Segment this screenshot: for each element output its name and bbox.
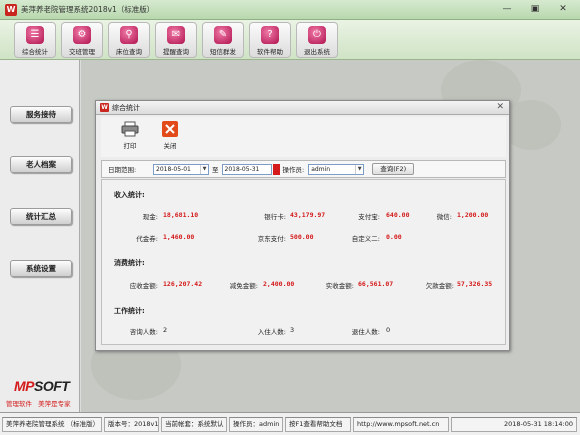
checkin-label: 入住人数: xyxy=(257,328,286,336)
query-button[interactable]: 查询(F2) xyxy=(372,163,415,175)
cash-value: 18,681.10 xyxy=(163,211,199,219)
voucher-label: 代金券: xyxy=(136,235,158,243)
chevron-down-icon: ▼ xyxy=(355,164,363,174)
alipay-label: 支付宝: xyxy=(358,213,380,221)
dialog-title: 综合统计 xyxy=(112,103,140,112)
chevron-down-icon: ▼ xyxy=(200,164,208,174)
toolbar-label: 综合统计 xyxy=(22,48,48,56)
help-icon: ? xyxy=(261,26,279,44)
discount-value: 2,400.00 xyxy=(263,280,295,288)
sidebar-item-elder-records[interactable]: 老人档案 xyxy=(10,156,72,173)
title-bar: W 美萍养老院管理系统2018v1（标准版） — ▣ ✕ xyxy=(0,0,580,20)
close-button[interactable]: ✕ xyxy=(550,3,576,16)
alipay-value: 640.00 xyxy=(386,211,410,219)
close-report-button[interactable]: 关闭 xyxy=(155,121,185,150)
consult-value: 2 xyxy=(163,326,168,334)
operator-label: 操作员: xyxy=(282,166,305,174)
jd-pay-label: 京东支付: xyxy=(257,235,286,243)
status-account: 当前帐套：系统默认 xyxy=(161,416,227,432)
window-title: 美萍养老院管理系统2018v1（标准版） xyxy=(21,5,155,14)
toolbar-label: 提醒查询 xyxy=(163,48,189,56)
receivable-label: 应收金额: xyxy=(129,282,158,290)
background-leaf xyxy=(501,100,561,150)
toolbar-report-button[interactable]: ☰ 综合统计 xyxy=(14,22,56,58)
exit-icon: ⏻ xyxy=(308,26,326,44)
dialog-close-icon[interactable]: ✕ xyxy=(496,102,504,112)
sidebar-item-settings[interactable]: 系统设置 xyxy=(10,260,72,277)
receivable-value: 126,207.42 xyxy=(163,280,203,288)
date-from-field[interactable]: 2018-05-01 ▼ xyxy=(153,163,209,175)
status-bar: 美萍养老院管理系统 （标准版） 版本号：2018v1 当前帐套：系统默认 操作员… xyxy=(0,412,580,435)
close-x-icon xyxy=(162,121,178,137)
toolbar-reminder-button[interactable]: ✉ 提醒查询 xyxy=(155,22,197,58)
toolbar-help-button[interactable]: ? 软件帮助 xyxy=(249,22,291,58)
main-toolbar: ☰ 综合统计 ⚙ 交班管理 ⚲ 床位查询 ✉ 提醒查询 ✎ 短信群发 ? 软件帮… xyxy=(0,20,580,60)
discount-label: 减免金额: xyxy=(229,282,258,290)
checkout-label: 退住人数: xyxy=(351,328,380,336)
summary-dialog: W 综合统计 ✕ 打印 关闭 日期范围: 2018-05-01 ▼ 至 2018… xyxy=(95,100,510,351)
dialog-app-icon: W xyxy=(100,103,109,112)
sidebar-item-reception[interactable]: 服务接待 xyxy=(10,106,72,123)
status-app-name: 美萍养老院管理系统 （标准版） xyxy=(2,416,102,432)
received-label: 实收金额: xyxy=(325,282,354,290)
received-value: 66,561.07 xyxy=(358,280,394,288)
wechat-value: 1,200.00 xyxy=(457,211,489,219)
mpsoft-logo: MPSOFT xyxy=(14,378,70,394)
consult-label: 咨询人数: xyxy=(129,328,158,336)
checkin-value: 3 xyxy=(290,326,295,334)
voucher-value: 1,460.00 xyxy=(163,233,195,241)
status-version: 版本号：2018v1 xyxy=(104,416,159,432)
maximize-button[interactable]: ▣ xyxy=(522,3,548,16)
toolbar-bed-search-button[interactable]: ⚲ 床位查询 xyxy=(108,22,150,58)
app-logo-icon: W xyxy=(5,3,17,16)
custom2-label: 自定义二: xyxy=(351,235,380,243)
bank-label: 银行卡: xyxy=(264,213,286,221)
status-help-hint: 按F1查看帮助文档 xyxy=(285,416,351,432)
date-range-label: 日期范围: xyxy=(108,166,137,174)
toolbar-label: 软件帮助 xyxy=(257,48,283,56)
toolbar-label: 退出系统 xyxy=(304,48,330,56)
close-label: 关闭 xyxy=(163,142,177,150)
toolbar-label: 短信群发 xyxy=(210,48,236,56)
sms-icon: ✎ xyxy=(214,26,232,44)
report-panel: 收入统计: 现金: 18,681.10 银行卡: 43,179.97 支付宝: … xyxy=(101,179,506,345)
sidebar: 服务接待 老人档案 统计汇总 系统设置 MPSOFT 管理软件 美萍是专家 xyxy=(0,60,80,412)
logo-tagline: 管理软件 美萍是专家 xyxy=(6,400,71,408)
toolbar-label: 床位查询 xyxy=(116,48,142,56)
consume-heading: 消费统计: xyxy=(114,259,145,267)
owed-value: 57,326.35 xyxy=(457,280,493,288)
minimize-button[interactable]: — xyxy=(494,3,520,16)
sidebar-item-statistics[interactable]: 统计汇总 xyxy=(10,208,72,225)
jd-pay-value: 500.00 xyxy=(290,233,314,241)
income-heading: 收入统计: xyxy=(114,191,145,199)
status-datetime: 2018-05-31 18:14:00 xyxy=(451,416,577,432)
status-operator: 操作员：admin xyxy=(229,416,283,432)
toolbar-handover-button[interactable]: ⚙ 交班管理 xyxy=(61,22,103,58)
handover-icon: ⚙ xyxy=(73,26,91,44)
checkout-value: 0 xyxy=(386,326,391,334)
report-icon: ☰ xyxy=(26,26,44,44)
print-label: 打印 xyxy=(123,142,137,150)
bed-search-icon: ⚲ xyxy=(120,26,138,44)
date-to-dropdown-icon[interactable] xyxy=(272,163,280,175)
bank-value: 43,179.97 xyxy=(290,211,326,219)
reminder-icon: ✉ xyxy=(167,26,185,44)
cash-label: 现金: xyxy=(142,213,158,221)
filter-bar: 日期范围: 2018-05-01 ▼ 至 2018-05-31 操作员: admi… xyxy=(101,160,506,178)
toolbar-exit-button[interactable]: ⏻ 退出系统 xyxy=(296,22,338,58)
operator-select[interactable]: admin ▼ xyxy=(308,163,365,175)
custom2-value: 0.00 xyxy=(386,233,402,241)
toolbar-sms-button[interactable]: ✎ 短信群发 xyxy=(202,22,244,58)
date-to-field[interactable]: 2018-05-31 xyxy=(221,163,272,175)
status-website[interactable]: http://www.mpsoft.net.cn xyxy=(353,416,449,432)
toolbar-label: 交班管理 xyxy=(69,48,95,56)
owed-label: 欠款金额: xyxy=(425,282,454,290)
work-heading: 工作统计: xyxy=(114,307,145,315)
wechat-label: 微信: xyxy=(436,213,452,221)
print-button[interactable]: 打印 xyxy=(115,121,145,150)
dialog-titlebar: W 综合统计 ✕ xyxy=(96,101,509,115)
printer-icon xyxy=(121,121,139,137)
dialog-toolbar: 打印 关闭 xyxy=(101,117,506,157)
to-label: 至 xyxy=(212,166,219,174)
